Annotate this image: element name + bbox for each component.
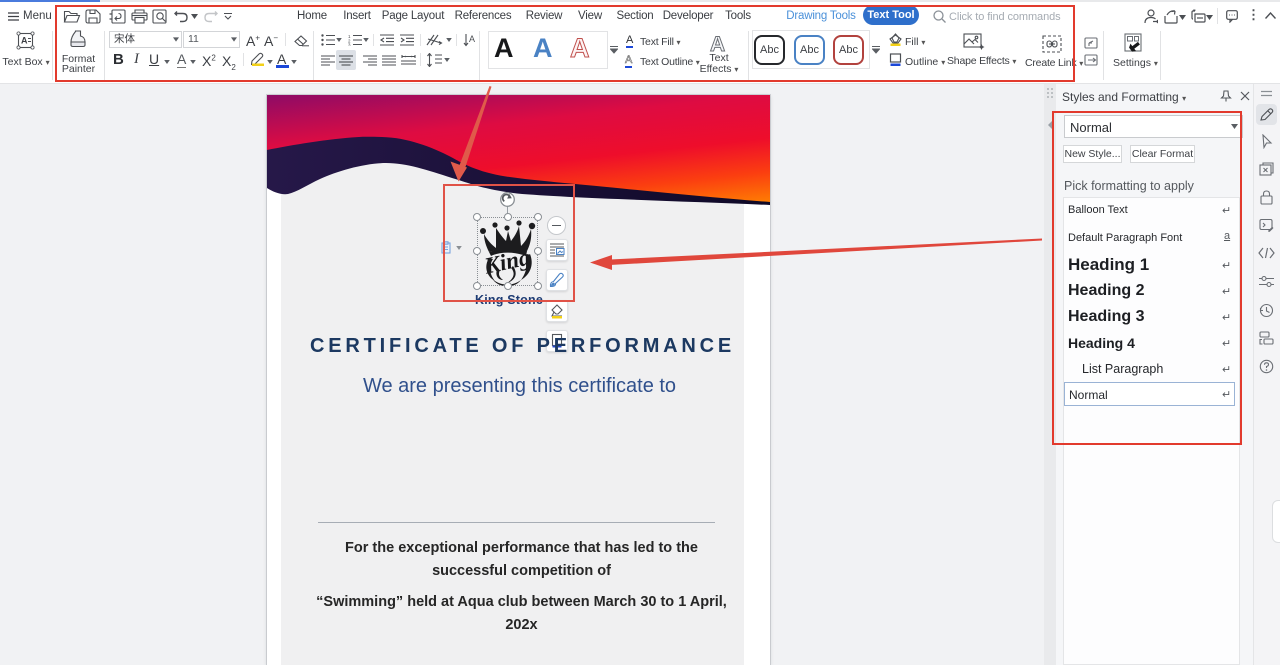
- svg-text:A: A: [21, 36, 28, 46]
